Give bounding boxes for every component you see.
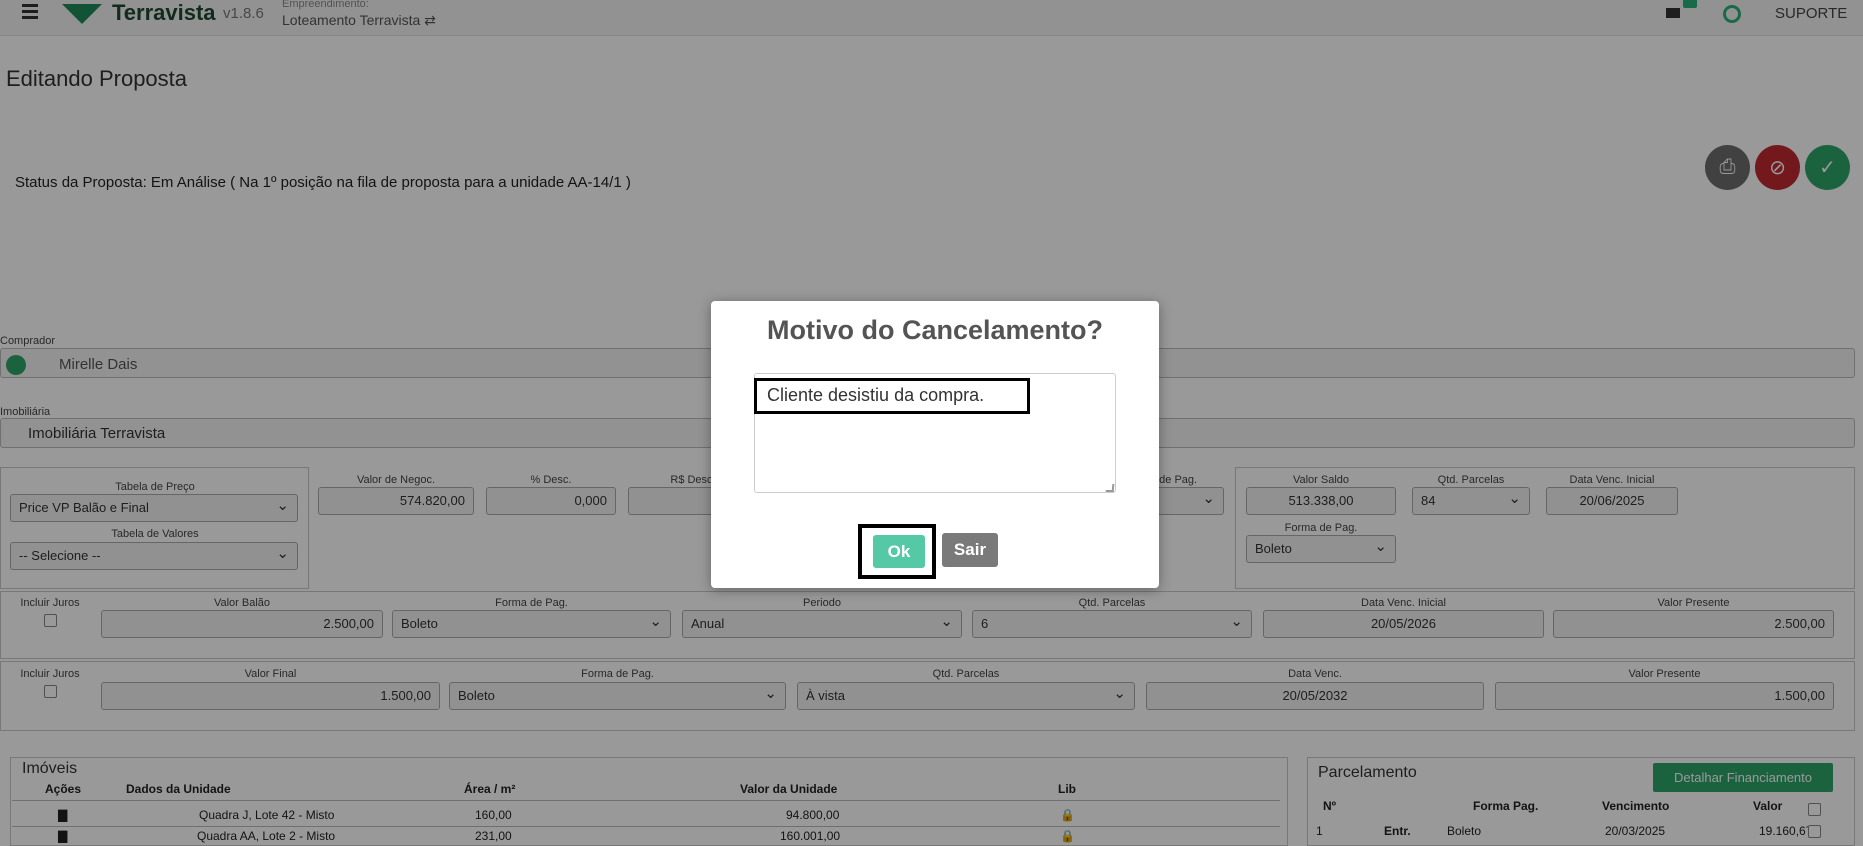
resize-handle-icon[interactable] xyxy=(1105,484,1115,492)
sair-button[interactable]: Sair xyxy=(942,533,998,567)
ok-button[interactable]: Ok xyxy=(873,535,925,568)
dialog-title: Motivo do Cancelamento? xyxy=(766,315,1104,345)
cancel-reason-dialog: Motivo do Cancelamento? Cliente desistiu… xyxy=(711,301,1159,588)
reason-text: Cliente desistiu da compra. xyxy=(754,378,1030,414)
